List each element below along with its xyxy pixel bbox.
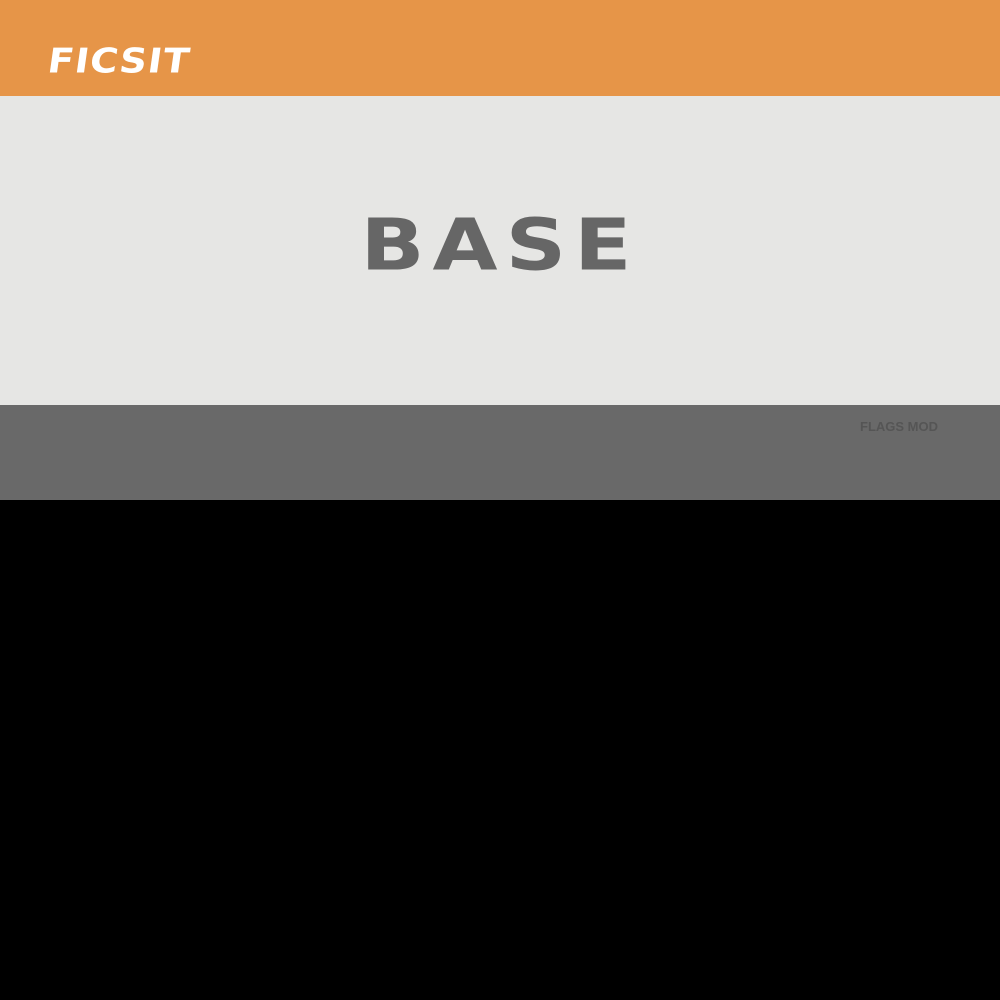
footer-bar — [0, 405, 1000, 500]
empty-area — [0, 500, 1000, 1000]
page-title: BASE — [360, 203, 640, 287]
flag-canvas: FICSIT BASE FLAGS MOD — [0, 0, 1000, 1000]
footer-label: FLAGS MOD — [860, 419, 938, 434]
ficsit-logo: FICSIT — [45, 41, 193, 81]
